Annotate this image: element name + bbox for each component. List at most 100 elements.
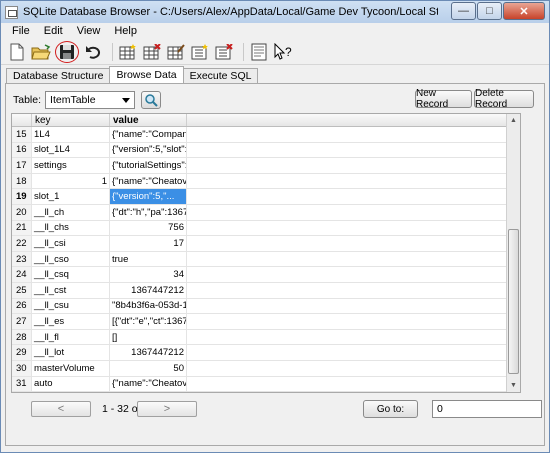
column-header-value[interactable]: value — [110, 114, 187, 126]
table-row[interactable]: 26__ll_csu"8b4b3f6a-053d-1c7 — [12, 298, 520, 315]
menu-view[interactable]: View — [70, 25, 108, 37]
row-number[interactable]: 20 — [12, 204, 32, 220]
row-number[interactable]: 26 — [12, 298, 32, 314]
table-row[interactable]: 30 masterVolume 50 — [12, 360, 520, 377]
cell-value[interactable]: {"version":5,"slot":" — [110, 392, 187, 393]
delete-record-button[interactable]: Delete Record — [474, 88, 534, 110]
cell-key[interactable]: slot_auto — [32, 392, 110, 393]
open-database-icon[interactable] — [31, 42, 51, 62]
table-row[interactable]: 20 __ll_ch {"dt":"h","pa":13672 — [12, 204, 520, 221]
cell-value[interactable]: true — [110, 251, 187, 267]
go-to-input[interactable]: 0 — [432, 400, 542, 418]
cell-value[interactable]: 1367447212 — [110, 282, 187, 298]
row-number[interactable]: 30 — [12, 360, 32, 376]
cell-value[interactable]: {"version":5,"slot":1 — [110, 142, 187, 158]
new-record-button[interactable]: New Record — [415, 88, 472, 110]
tab-execute-sql[interactable]: Execute SQL — [182, 68, 259, 83]
modify-table-icon[interactable] — [166, 42, 186, 62]
cell-value[interactable]: 1367447212 — [110, 345, 187, 360]
row-number[interactable]: 29 — [12, 345, 32, 360]
cell-key[interactable]: __ll_ch — [32, 204, 110, 220]
cell-key[interactable]: __ll_fl — [32, 329, 110, 345]
table-row[interactable]: 28 __ll_fl[] — [12, 329, 520, 346]
table-row[interactable]: 16 slot_1L4 {"version":5,"slot":1 — [12, 142, 520, 159]
cell-key[interactable]: 1L4 — [32, 127, 110, 142]
scroll-up-icon[interactable]: ▲ — [507, 114, 520, 127]
cell-key[interactable]: __ll_csi — [32, 236, 110, 251]
table-select[interactable]: ItemTable — [45, 91, 136, 109]
cell-key[interactable]: 1 — [32, 173, 110, 189]
row-number[interactable]: 21 — [12, 220, 32, 236]
minimize-button[interactable]: — — [451, 2, 476, 20]
table-row[interactable]: 151L4{"name":"Company I — [12, 127, 520, 143]
undo-icon[interactable] — [83, 42, 103, 62]
close-button[interactable]: ✕ — [503, 2, 545, 20]
tab-browse-data[interactable]: Browse Data — [109, 66, 184, 83]
table-row[interactable]: 19 slot_1 {"version":5,"... — [12, 189, 520, 205]
menu-edit[interactable]: Edit — [37, 25, 70, 37]
row-number[interactable]: 18 — [12, 173, 32, 189]
delete-table-icon[interactable] — [142, 42, 162, 62]
cell-value[interactable]: {"name":"Company I — [110, 127, 187, 142]
cell-value[interactable]: 17 — [110, 236, 187, 251]
menu-file[interactable]: File — [5, 25, 37, 37]
cell-value[interactable]: 50 — [110, 360, 187, 376]
create-table-icon[interactable] — [118, 42, 138, 62]
scrollbar-thumb[interactable] — [508, 229, 519, 374]
cell-value[interactable]: 756 — [110, 220, 187, 236]
row-number[interactable]: 28 — [12, 329, 32, 345]
row-number[interactable]: 17 — [12, 158, 32, 173]
vertical-scrollbar[interactable]: ▲ ▼ — [506, 114, 520, 392]
new-database-icon[interactable] — [7, 42, 27, 62]
maximize-button[interactable]: □ — [477, 2, 502, 20]
go-to-button[interactable]: Go to: — [363, 400, 418, 418]
cell-key[interactable]: __ll_chs — [32, 220, 110, 236]
row-number[interactable]: 22 — [12, 236, 32, 251]
search-button[interactable] — [141, 91, 162, 109]
cell-value[interactable]: {"name":"Cheatoville — [110, 376, 187, 392]
cell-key[interactable]: slot_1 — [32, 189, 110, 204]
table-row[interactable]: 17 settings {"tutorialSettings":{ — [12, 158, 520, 174]
data-grid[interactable]: key value 151L4{"name":"Company I16slot_… — [11, 113, 521, 393]
cell-key[interactable]: __ll_lot — [32, 345, 110, 360]
table-row[interactable]: 32slot_auto{"version":5,"slot":" — [12, 392, 520, 393]
next-page-button[interactable]: > — [137, 401, 197, 417]
previous-page-button[interactable]: < — [31, 401, 91, 417]
cell-key[interactable]: __ll_es — [32, 314, 110, 329]
table-row[interactable]: 31auto{"name":"Cheatoville — [12, 376, 520, 392]
table-row[interactable]: 23 __ll_cso true — [12, 251, 520, 268]
row-number[interactable]: 19 — [12, 189, 32, 204]
cell-value[interactable]: "8b4b3f6a-053d-1c7 — [110, 298, 187, 314]
cell-key[interactable]: slot_1L4 — [32, 142, 110, 158]
row-number[interactable]: 27 — [12, 314, 32, 329]
table-row[interactable]: 24 __ll_csq 34 — [12, 267, 520, 283]
cell-key[interactable]: auto — [32, 376, 110, 392]
cell-value[interactable]: [] — [110, 329, 187, 345]
cell-value[interactable]: {"name":"Cheatoville — [110, 173, 187, 189]
cell-key[interactable]: __ll_cso — [32, 251, 110, 267]
cell-key[interactable]: __ll_csu — [32, 298, 110, 314]
row-number[interactable]: 24 — [12, 267, 32, 282]
cell-key[interactable]: __ll_csq — [32, 267, 110, 282]
table-row[interactable]: 25 __ll_cst 1367447212 — [12, 282, 520, 299]
cell-key[interactable]: __ll_cst — [32, 282, 110, 298]
row-number[interactable]: 16 — [12, 142, 32, 158]
table-row[interactable]: 21 __ll_chs 756 — [12, 220, 520, 237]
cell-key[interactable]: masterVolume — [32, 360, 110, 376]
cell-value[interactable]: {"dt":"h","pa":13672 — [110, 204, 187, 220]
cell-key[interactable]: settings — [32, 158, 110, 173]
save-database-icon[interactable] — [55, 40, 79, 63]
whats-this-icon[interactable]: ? — [273, 42, 293, 62]
tab-database-structure[interactable]: Database Structure — [6, 68, 111, 83]
row-number[interactable]: 15 — [12, 127, 32, 142]
cell-value[interactable]: {"version":5,"... — [110, 189, 187, 204]
menu-help[interactable]: Help — [107, 25, 144, 37]
delete-index-icon[interactable] — [214, 42, 234, 62]
create-index-icon[interactable] — [190, 42, 210, 62]
sql-log-icon[interactable] — [249, 42, 269, 62]
row-number[interactable]: 32 — [12, 392, 32, 393]
table-row[interactable]: 22 __ll_csi 17 — [12, 236, 520, 252]
table-row[interactable]: 181{"name":"Cheatoville — [12, 173, 520, 190]
table-row[interactable]: 27 __ll_es [{"dt":"e","ct":13674 — [12, 314, 520, 330]
row-number[interactable]: 23 — [12, 251, 32, 267]
